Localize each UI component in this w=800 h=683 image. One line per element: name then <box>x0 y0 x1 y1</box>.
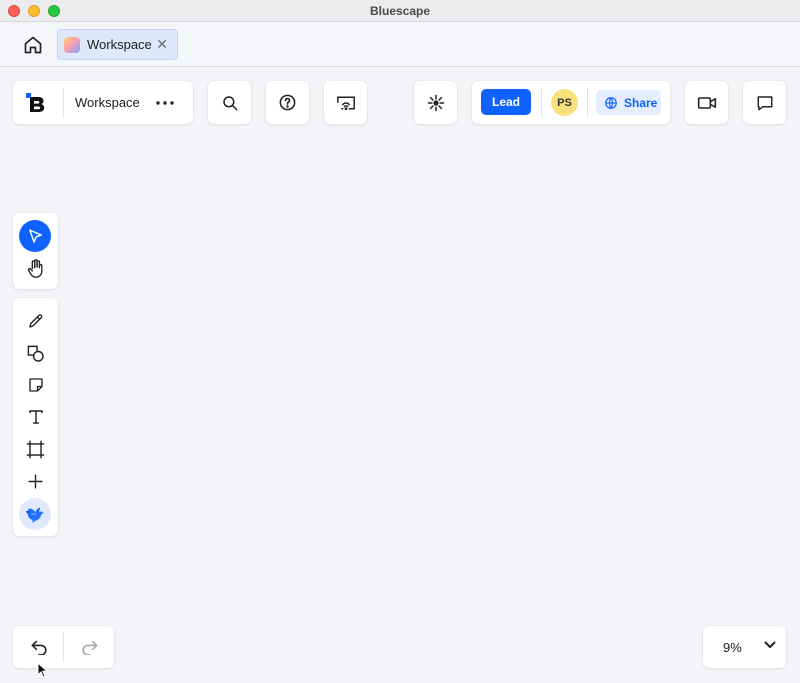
shapes-icon <box>27 345 44 362</box>
video-call-button[interactable] <box>685 81 728 124</box>
bird-icon <box>25 507 45 524</box>
undo-button[interactable] <box>23 633 55 661</box>
window-titlebar: Bluescape <box>0 0 800 22</box>
more-horizontal-icon <box>156 101 174 105</box>
sticky-note-icon <box>28 378 43 392</box>
close-tab-icon[interactable]: ✕ <box>156 36 168 52</box>
shapes-tool[interactable] <box>19 338 52 368</box>
lead-button[interactable]: Lead <box>481 89 531 115</box>
undo-icon <box>31 640 47 655</box>
navigation-toolbar <box>13 213 58 289</box>
text-tool[interactable] <box>19 402 52 432</box>
chat-bubble-icon <box>757 95 772 110</box>
sticky-note-tool[interactable] <box>19 370 52 400</box>
redo-button[interactable] <box>73 633 105 661</box>
pointer-icon <box>28 228 42 243</box>
bluescape-logo[interactable] <box>26 91 48 115</box>
globe-icon <box>605 96 617 109</box>
zoom-control[interactable]: 9% <box>703 626 786 668</box>
help-circle-icon <box>279 94 296 111</box>
workspace-name[interactable]: Workspace <box>75 95 140 110</box>
history-toolbar <box>13 626 114 668</box>
spark-icon <box>427 94 444 111</box>
text-icon <box>28 410 43 424</box>
add-tool[interactable] <box>19 466 52 496</box>
plus-icon <box>28 473 43 489</box>
user-avatar[interactable]: PS <box>551 89 578 116</box>
chat-button[interactable] <box>743 81 786 124</box>
pencil-icon <box>28 314 42 328</box>
window-title: Bluescape <box>369 4 431 18</box>
collaboration-card: Lead PS Share <box>472 81 670 124</box>
spark-button[interactable] <box>414 81 457 124</box>
divider <box>541 88 542 118</box>
screen-cast-icon <box>336 96 355 110</box>
divider <box>587 88 588 118</box>
redo-icon <box>81 640 97 655</box>
mouse-cursor-icon <box>37 662 48 678</box>
search-icon <box>222 95 237 110</box>
help-button[interactable] <box>266 81 309 124</box>
assistant-tool[interactable] <box>19 498 51 530</box>
hand-icon <box>27 258 43 278</box>
divider <box>63 88 64 118</box>
pen-tool[interactable] <box>19 306 52 336</box>
frame-icon <box>26 440 45 458</box>
share-button[interactable]: Share <box>596 90 661 115</box>
search-button[interactable] <box>208 81 251 124</box>
divider <box>63 632 64 662</box>
video-camera-icon <box>697 96 716 109</box>
select-tool[interactable] <box>19 220 51 252</box>
workspace-more-button[interactable] <box>151 92 179 114</box>
workspace-tab-icon <box>64 36 80 53</box>
frame-tool[interactable] <box>19 434 52 464</box>
pan-tool[interactable] <box>19 253 52 283</box>
workspace-menu-card: Workspace <box>13 81 193 124</box>
zoom-level: 9% <box>723 640 742 655</box>
tab-label: Workspace <box>87 37 152 52</box>
tab-workspace[interactable]: Workspace ✕ <box>57 29 178 60</box>
tab-strip: Workspace ✕ <box>0 22 800 67</box>
creation-toolbar <box>13 298 58 536</box>
home-button[interactable] <box>20 32 46 58</box>
home-icon <box>24 36 42 54</box>
screen-cast-button[interactable] <box>324 81 367 124</box>
share-label: Share <box>624 95 658 110</box>
chevron-down-icon <box>764 641 776 648</box>
